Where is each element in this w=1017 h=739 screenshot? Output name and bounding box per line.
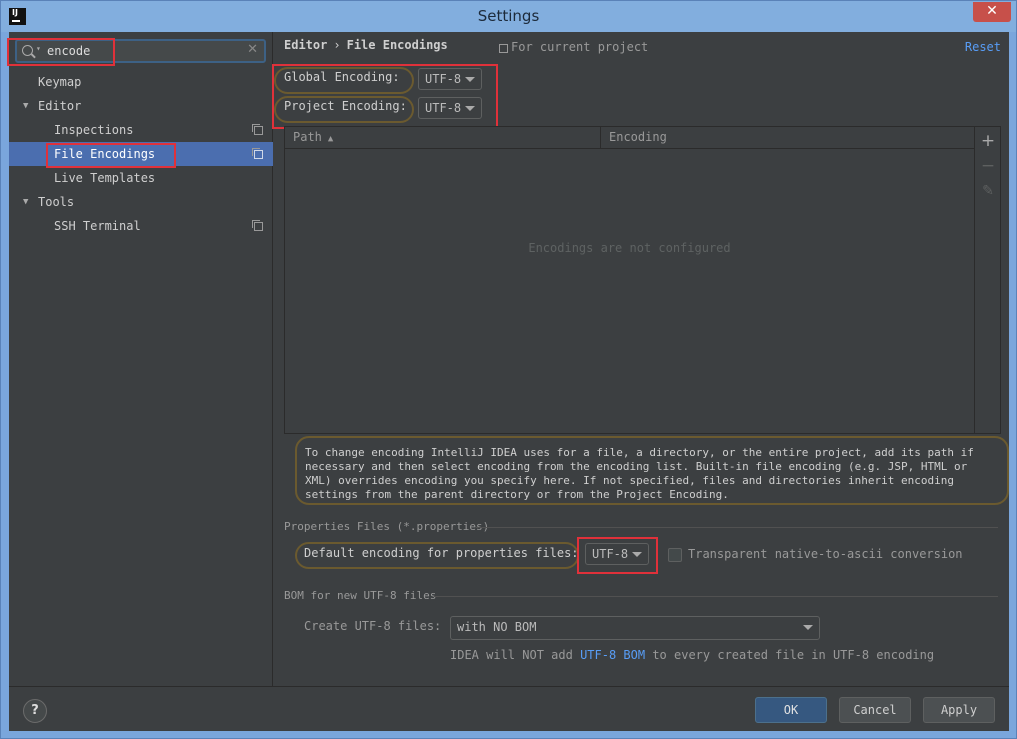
sidebar-item-keymap[interactable]: Keymap	[9, 70, 273, 94]
close-button[interactable]: ✕	[973, 2, 1011, 22]
encoding-help-text: To change encoding IntelliJ IDEA uses fo…	[295, 436, 1009, 505]
transparent-conversion-checkbox[interactable]	[668, 548, 682, 562]
remove-icon[interactable]: −	[980, 158, 996, 175]
settings-sidebar: ▾ ✕ Keymap ▼ Editor Inspections File Enc…	[7, 32, 273, 686]
sidebar-item-label: Keymap	[38, 75, 82, 89]
sidebar-item-label: SSH Terminal	[54, 219, 141, 233]
section-divider	[476, 527, 998, 528]
expand-arrow-icon[interactable]: ▼	[23, 94, 28, 118]
sidebar-item-label: Inspections	[54, 123, 134, 137]
column-label: Path	[293, 130, 322, 144]
dialog-content: ▾ ✕ Keymap ▼ Editor Inspections File Enc…	[7, 32, 1009, 731]
sort-ascending-icon: ▲	[327, 134, 334, 144]
project-scope-icon	[499, 44, 508, 53]
clear-search-icon[interactable]: ✕	[247, 42, 258, 57]
column-header-path[interactable]: Path ▲	[293, 130, 333, 144]
bom-note-suffix: to every created file in UTF-8 encoding	[652, 648, 935, 662]
sidebar-item-label: Editor	[38, 99, 82, 113]
create-utf8-label: Create UTF-8 files:	[304, 619, 442, 633]
scope-note: For current project	[511, 40, 649, 54]
project-scope-icon	[252, 124, 263, 135]
project-scope-icon	[252, 148, 263, 159]
breadcrumb-separator: ›	[333, 38, 341, 52]
path-encoding-table[interactable]: Path ▲ Encoding Encodings are not configu…	[284, 126, 975, 434]
bom-section-title: BOM for new UTF-8 files	[284, 589, 437, 602]
sidebar-item-editor[interactable]: ▼ Editor	[9, 94, 273, 118]
file-encodings-highlight-box	[46, 143, 176, 168]
sidebar-item-label: Live Templates	[54, 171, 156, 185]
title-bar[interactable]: IJ Settings ✕	[1, 1, 1016, 32]
column-divider[interactable]	[600, 127, 601, 149]
search-highlight-box	[7, 38, 115, 66]
table-header: Path ▲ Encoding	[285, 127, 974, 149]
table-toolbar: + − ✎	[975, 126, 1001, 434]
settings-window: IJ Settings ✕ ▾ ✕ Keymap ▼ Editor Inspec…	[0, 0, 1017, 739]
utf8-bom-link[interactable]: UTF-8 BOM	[580, 648, 645, 662]
section-divider	[434, 596, 998, 597]
edit-icon[interactable]: ✎	[980, 183, 996, 199]
sidebar-item-label: Tools	[38, 195, 75, 209]
sidebar-item-tools[interactable]: ▼ Tools	[9, 190, 273, 214]
sidebar-item-inspections[interactable]: Inspections	[9, 118, 273, 142]
breadcrumb: Editor › File Encodings	[284, 38, 448, 52]
encodings-highlight-box	[272, 64, 498, 129]
column-header-encoding[interactable]: Encoding	[609, 130, 667, 144]
expand-arrow-icon[interactable]: ▼	[23, 190, 28, 214]
file-encodings-panel: Editor › File Encodings For current projec…	[272, 32, 1009, 686]
breadcrumb-current: File Encodings	[346, 38, 448, 52]
properties-default-encoding-label: Default encoding for properties files:	[304, 546, 579, 560]
reset-link[interactable]: Reset	[965, 40, 1001, 54]
cancel-button[interactable]: Cancel	[839, 697, 911, 723]
properties-section-title: Properties Files (*.properties)	[284, 520, 490, 533]
transparent-conversion-label[interactable]: Transparent native-to-ascii conversion	[688, 547, 963, 561]
empty-table-text: Encodings are not configured	[528, 241, 731, 255]
add-icon[interactable]: +	[980, 133, 996, 150]
window-title: Settings	[477, 7, 540, 25]
bom-note: IDEA will NOT add UTF-8 BOM to every cre…	[450, 648, 934, 662]
dialog-button-bar: ? OK Cancel Apply	[9, 686, 1009, 731]
sidebar-item-ssh-terminal[interactable]: SSH Terminal	[9, 214, 273, 238]
bom-note-prefix: IDEA will NOT add	[450, 648, 573, 662]
bom-value: with NO BOM	[457, 620, 537, 634]
sidebar-item-live-templates[interactable]: Live Templates	[9, 166, 273, 190]
ok-button[interactable]: OK	[755, 697, 827, 723]
apply-button[interactable]: Apply	[923, 697, 995, 723]
breadcrumb-parent: Editor	[284, 38, 328, 52]
properties-encoding-highlight-box	[577, 537, 658, 574]
bom-dropdown[interactable]: with NO BOM	[450, 616, 820, 640]
help-button[interactable]: ?	[23, 699, 47, 723]
chevron-down-icon	[803, 625, 813, 630]
project-scope-icon	[252, 220, 263, 231]
